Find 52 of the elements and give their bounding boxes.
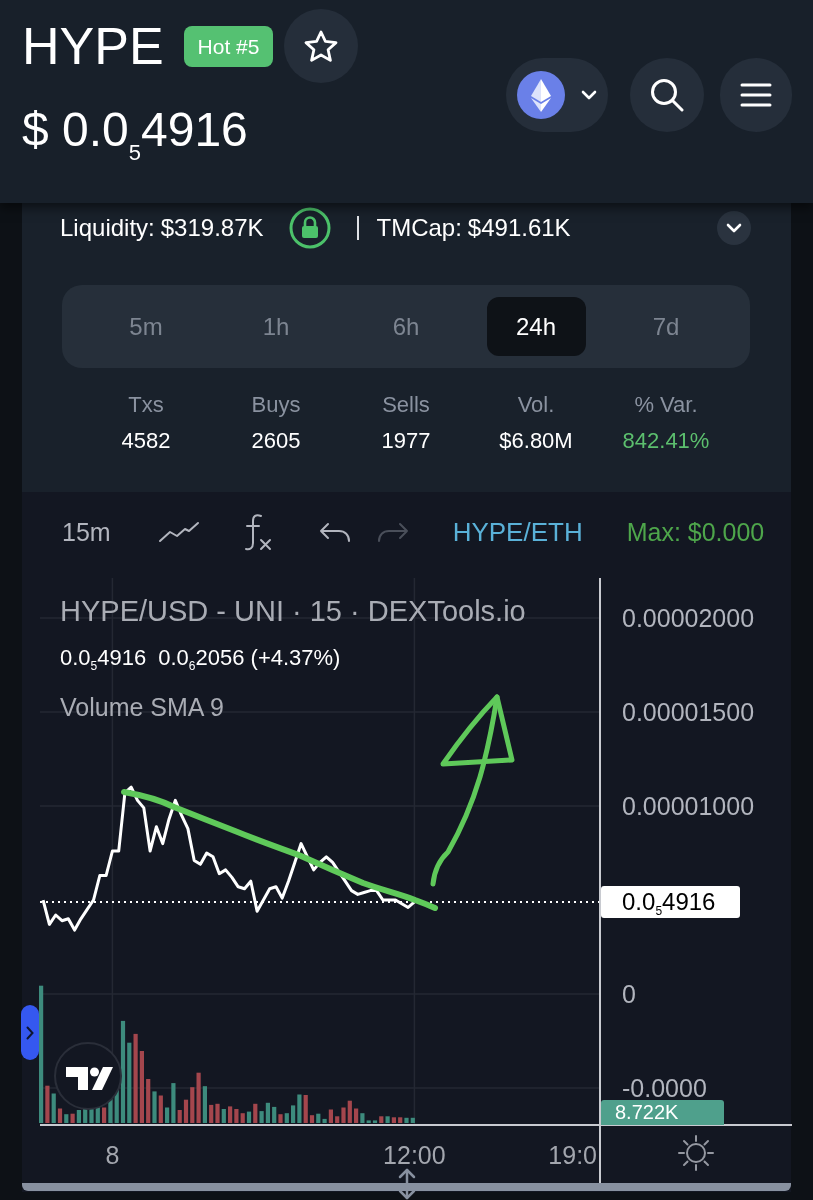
chevron-down-icon — [726, 223, 742, 233]
price-tag: 0.0$_{5}$4916 — [601, 885, 740, 918]
token-price: $ 0.0$_{5}$4916 — [22, 102, 249, 158]
stat-value: 842.41% — [622, 428, 710, 454]
stat-label: Buys — [251, 392, 301, 418]
timeframe-tab[interactable]: 24h — [486, 297, 586, 356]
price-axis-label: 0.00001500 — [622, 698, 755, 726]
market-cap-value: $491.61K — [467, 214, 571, 242]
stat-label: % Var. — [634, 392, 698, 418]
stat-value: $6.80M — [499, 428, 573, 454]
price-axis-label: 0.00001000 — [622, 792, 755, 820]
legend-change: 0.0$_{6}$2056 (+4.37%) — [158, 644, 341, 672]
stat-value: 1977 — [381, 428, 431, 454]
stat-label: Txs — [128, 392, 164, 418]
stat-label: Vol. — [517, 392, 555, 418]
search-icon — [650, 78, 684, 112]
legend-price: 0.0$_{5}$4916 — [60, 644, 147, 672]
liquidity-value: $319.87K — [160, 214, 264, 242]
hot-badge: Hot #5 — [183, 25, 274, 67]
price-axis-label: 0.00002000 — [622, 604, 755, 632]
market-cap-label: TMCap: — [376, 214, 462, 242]
sun-icon[interactable] — [678, 1135, 714, 1171]
price-axis-label: -0.0000 — [622, 1074, 707, 1102]
interval-button[interactable]: 15m — [62, 517, 111, 547]
chart-title: HYPE/USD - UNI · 15 · DEXTools.io — [60, 594, 526, 628]
timeframe-tab[interactable]: 7d — [616, 297, 716, 356]
double-arrow-icon[interactable] — [398, 1168, 416, 1200]
liquidity-label: Liquidity: — [60, 214, 155, 242]
time-axis-label: 19:0 — [548, 1141, 597, 1169]
stat-value: 2605 — [251, 428, 301, 454]
timeframe-tab[interactable]: 6h — [356, 297, 456, 356]
stat-label: Sells — [382, 392, 430, 418]
pair-link[interactable]: HYPE/ETH — [452, 516, 583, 548]
indicator-label: Volume SMA 9 — [60, 692, 224, 722]
line-chart-icon[interactable] — [157, 521, 200, 543]
time-axis-label: 8 — [105, 1141, 120, 1169]
volume-tag: 8.722K — [601, 1100, 724, 1125]
token-title: HYPE — [22, 16, 164, 76]
menu-icon — [740, 83, 772, 107]
expand-button[interactable] — [717, 211, 751, 245]
price-axis-label: 0 — [622, 980, 636, 1008]
function-icon[interactable] — [243, 513, 272, 551]
chevron-down-icon — [581, 90, 597, 100]
chevron-right-icon — [26, 1025, 34, 1040]
timeframe-tab[interactable]: 5m — [96, 297, 196, 356]
panel-toggle[interactable] — [21, 1005, 39, 1060]
max-price: Max: $0.000 — [626, 517, 765, 547]
scrollbar[interactable] — [22, 1183, 791, 1191]
stat-value: 4582 — [121, 428, 171, 454]
time-axis-label: 12:00 — [383, 1141, 446, 1169]
timeframe-tab[interactable]: 1h — [226, 297, 326, 356]
undo-icon[interactable] — [318, 521, 351, 543]
